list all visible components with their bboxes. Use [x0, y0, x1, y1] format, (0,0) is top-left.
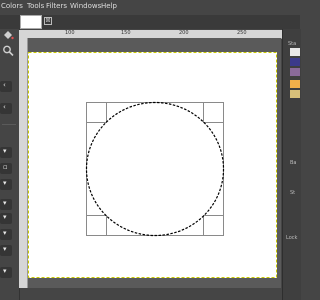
collapse-button[interactable]: ‹ — [0, 103, 12, 114]
menu-filters[interactable]: Filters — [46, 2, 67, 10]
ruler-tick-label: 250 — [237, 30, 247, 36]
toolbox: ‹ ‹ ▾ ▫ ▾ ▾ ▾ ▾ ▾ ▾ — [0, 29, 20, 300]
menu-colors[interactable]: Colors — [1, 2, 23, 10]
ruler-tick-label: 200 — [179, 30, 189, 36]
option-dropdown[interactable]: ▾ — [0, 199, 12, 210]
chevron-left-icon: ‹ — [3, 81, 6, 89]
chevron-down-icon: ▾ — [3, 179, 7, 187]
ruler-tick-label: 100 — [65, 30, 75, 36]
ruler-tick-label: 150 — [121, 30, 131, 36]
bucket-fill-icon[interactable] — [2, 30, 14, 43]
selection-overlay — [28, 52, 277, 278]
left-ruler[interactable] — [19, 38, 28, 288]
menu-tools[interactable]: Tools — [27, 2, 44, 10]
chevron-down-icon: ▾ — [3, 245, 7, 253]
chevron-down-icon: ▾ — [3, 229, 7, 237]
image-canvas[interactable] — [28, 52, 277, 278]
option-dropdown[interactable]: ▾ — [0, 179, 12, 190]
option-dropdown[interactable]: ▫ — [0, 163, 12, 174]
option-dropdown[interactable]: ▾ — [0, 245, 12, 256]
dock-label: Sta — [288, 41, 297, 47]
close-tab-icon[interactable]: ⊠ — [44, 17, 52, 25]
color-swatch[interactable] — [290, 80, 300, 88]
color-swatch[interactable] — [290, 90, 300, 98]
chevron-down-icon: ▾ — [3, 213, 7, 221]
magnify-icon[interactable] — [2, 45, 14, 59]
toolbox-divider — [2, 124, 16, 125]
menu-windows[interactable]: Windows — [70, 2, 101, 10]
chevron-left-icon: ‹ — [3, 103, 6, 111]
checkbox-icon: ▫ — [3, 163, 8, 171]
dock-label: St — [290, 190, 296, 196]
option-dropdown[interactable]: ▾ — [0, 229, 12, 240]
dock-label: Ba — [290, 160, 297, 166]
menu-help[interactable]: Help — [101, 2, 117, 10]
collapse-button[interactable]: ‹ — [0, 81, 12, 92]
color-swatch[interactable] — [290, 48, 300, 56]
color-swatch[interactable] — [290, 58, 300, 66]
chevron-down-icon: ▾ — [3, 267, 7, 275]
color-swatch[interactable] — [290, 68, 300, 76]
image-tab-thumbnail[interactable] — [20, 15, 42, 29]
layer-boundary — [28, 52, 277, 278]
lock-label: Lock — [286, 235, 298, 241]
chevron-down-icon: ▾ — [3, 199, 7, 207]
option-dropdown[interactable]: ▾ — [0, 213, 12, 224]
option-dropdown[interactable]: ▾ — [0, 147, 12, 158]
option-dropdown[interactable]: ▾ — [0, 267, 12, 278]
transform-handles[interactable] — [86, 102, 224, 236]
menu-bar: Colors Tools Filters Windows Help — [0, 0, 300, 15]
ellipse-selection[interactable] — [85, 101, 225, 237]
chevron-down-icon: ▾ — [3, 147, 7, 155]
